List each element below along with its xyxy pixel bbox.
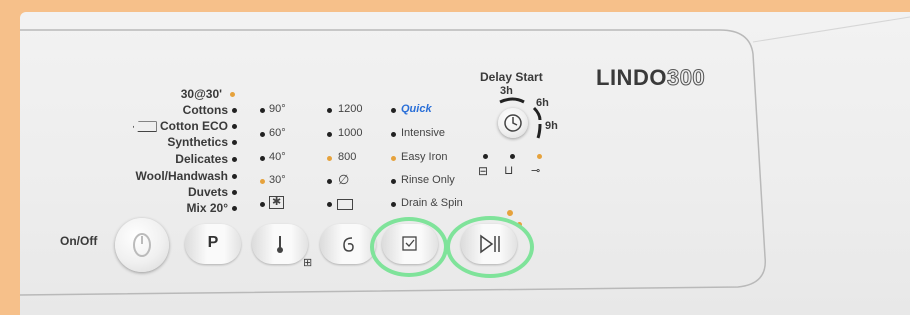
brand-logo: LINDO300 [596, 65, 706, 91]
led-rinse-only [391, 179, 396, 184]
led-temp-cold [260, 202, 265, 207]
led-delicates [232, 157, 237, 162]
option-easy-iron: Easy Iron [401, 151, 448, 163]
programme-cottons: Cottons [182, 103, 228, 117]
temp-30: 30° [269, 174, 286, 186]
programme-synthetics: Synthetics [167, 135, 228, 149]
led-cottons [232, 108, 237, 113]
led-mix [232, 206, 237, 211]
led-temp-40 [260, 156, 265, 161]
led-spin-1000 [327, 132, 332, 137]
spin-icon [343, 237, 354, 252]
spin-800: 800 [338, 151, 357, 163]
programme-cotton-eco: Cotton ECO [132, 119, 228, 133]
power-icon [133, 233, 151, 257]
temp-90: 90° [269, 103, 286, 115]
temp-40: 40° [269, 151, 286, 163]
programme-button-label: P [207, 234, 219, 251]
panel-edge [0, 12, 20, 315]
cold-wash-icon: ✱ [269, 196, 285, 209]
led-spin-800 [327, 156, 332, 161]
led-spin-1200 [327, 108, 332, 113]
led-30at30 [230, 92, 235, 97]
door-lock-icon: ⊟ [478, 164, 489, 178]
led-end [537, 154, 542, 159]
led-quick [391, 108, 396, 113]
programme-wool-handwash: Wool/Handwash [135, 169, 228, 183]
washing-machine-control-panel: 30@30' Cottons Cotton ECO Synthetics Del… [20, 12, 910, 315]
programme-delicates: Delicates [175, 152, 228, 166]
led-wool-handwash [232, 174, 237, 179]
programme-button[interactable]: P [185, 224, 241, 264]
options-button-highlight [370, 217, 448, 277]
led-synthetics [232, 140, 237, 145]
option-drain-spin: Drain & Spin [401, 197, 463, 209]
lock-symbol-icon: ⊞ [303, 257, 313, 269]
led-easy-iron [391, 156, 396, 161]
led-door-lock [483, 154, 488, 159]
wash-tub-icon: ⊔ [504, 163, 514, 177]
programme-30at30: 30@30' [180, 87, 222, 101]
option-quick: Quick [401, 103, 432, 115]
led-temp-60 [260, 132, 265, 137]
programme-duvets: Duvets [187, 185, 228, 199]
end-icon: ⊸ [531, 165, 541, 177]
spin-button[interactable] [320, 224, 376, 264]
led-start-upper [507, 210, 513, 216]
led-temp-30 [260, 179, 265, 184]
led-wash-phase [510, 154, 515, 159]
temp-60: 60° [269, 127, 286, 139]
led-drain-spin [391, 202, 396, 207]
led-cotton-eco [232, 124, 237, 129]
spin-1000: 1000 [338, 127, 363, 139]
start-button-highlight [446, 216, 534, 278]
on-off-label: On/Off [60, 234, 98, 248]
led-duvets [232, 190, 237, 195]
led-rinse-hold [327, 202, 332, 207]
option-rinse-only: Rinse Only [401, 174, 455, 186]
temperature-button[interactable] [252, 224, 308, 264]
delay-start-title: Delay Start [480, 70, 543, 84]
eco-tag-icon [132, 121, 157, 133]
clock-icon [504, 114, 522, 132]
led-temp-90 [260, 108, 265, 113]
led-intensive [391, 132, 396, 137]
spin-1200: 1200 [338, 103, 363, 115]
on-off-button[interactable] [115, 218, 169, 272]
no-spin-icon: ∅ [338, 172, 350, 187]
delay-start-button[interactable] [498, 108, 528, 138]
option-intensive: Intensive [401, 127, 446, 139]
rinse-hold-icon [337, 199, 353, 210]
thermometer-icon [277, 236, 283, 253]
led-no-spin [327, 179, 332, 184]
programme-mix: Mix 20° [186, 201, 228, 215]
